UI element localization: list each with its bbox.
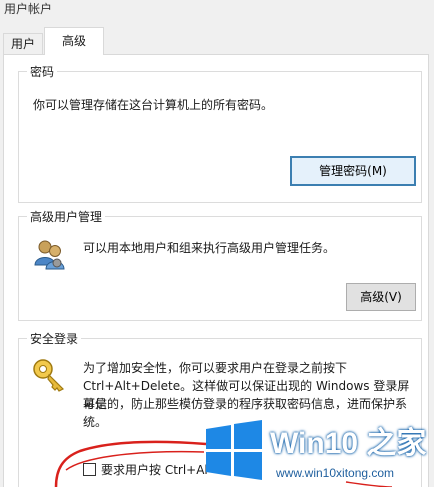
advanced-button[interactable]: 高级(V) (346, 283, 416, 311)
passwords-group-title: 密码 (27, 63, 58, 80)
advanced-user-management-title: 高级用户管理 (27, 208, 106, 225)
user-accounts-window: 用户帐户 用户 高级 密码 你可以管理存储在这台计算机上的所有密码。 管理密码(… (0, 0, 434, 487)
secure-logon-title: 安全登录 (27, 330, 82, 347)
windows-logo-icon (206, 420, 262, 480)
win10-home-watermark: Win10 之家 www.win10xitong.com (198, 414, 434, 487)
watermark-title: Win10 之家 (270, 427, 427, 460)
users-icon (33, 237, 67, 274)
tab-users[interactable]: 用户 (3, 33, 43, 55)
tab-advanced[interactable]: 高级 (44, 27, 104, 55)
secure-logon-line-1: 为了增加安全性，你可以要求用户在登录之前按下 (83, 361, 348, 375)
key-icon (31, 357, 67, 396)
advanced-user-management-group: 高级用户管理 可以用本地用户和组来执行高级用户管理任务。 高级(V) (18, 208, 422, 321)
window-title: 用户帐户 (4, 2, 53, 16)
passwords-description: 你可以管理存储在这台计算机上的所有密码。 (33, 98, 274, 112)
require-ctrl-alt-del-row[interactable]: 要求用户按 Ctrl+Al (83, 461, 208, 478)
manage-passwords-button[interactable]: 管理密码(M) (290, 156, 416, 186)
passwords-group: 密码 你可以管理存储在这台计算机上的所有密码。 管理密码(M) (18, 63, 422, 203)
secure-logon-line-3: 可信的，防止那些模仿登录的程序获取密码信息，进而保护系 (83, 397, 408, 411)
secure-logon-line-4: 统。 (83, 415, 108, 429)
require-ctrl-alt-del-label: 要求用户按 Ctrl+Al (101, 463, 208, 477)
watermark-url: www.win10xitong.com (276, 466, 395, 480)
advanced-user-management-description: 可以用本地用户和组来执行高级用户管理任务。 (83, 241, 336, 255)
require-ctrl-alt-del-checkbox[interactable] (83, 463, 96, 476)
